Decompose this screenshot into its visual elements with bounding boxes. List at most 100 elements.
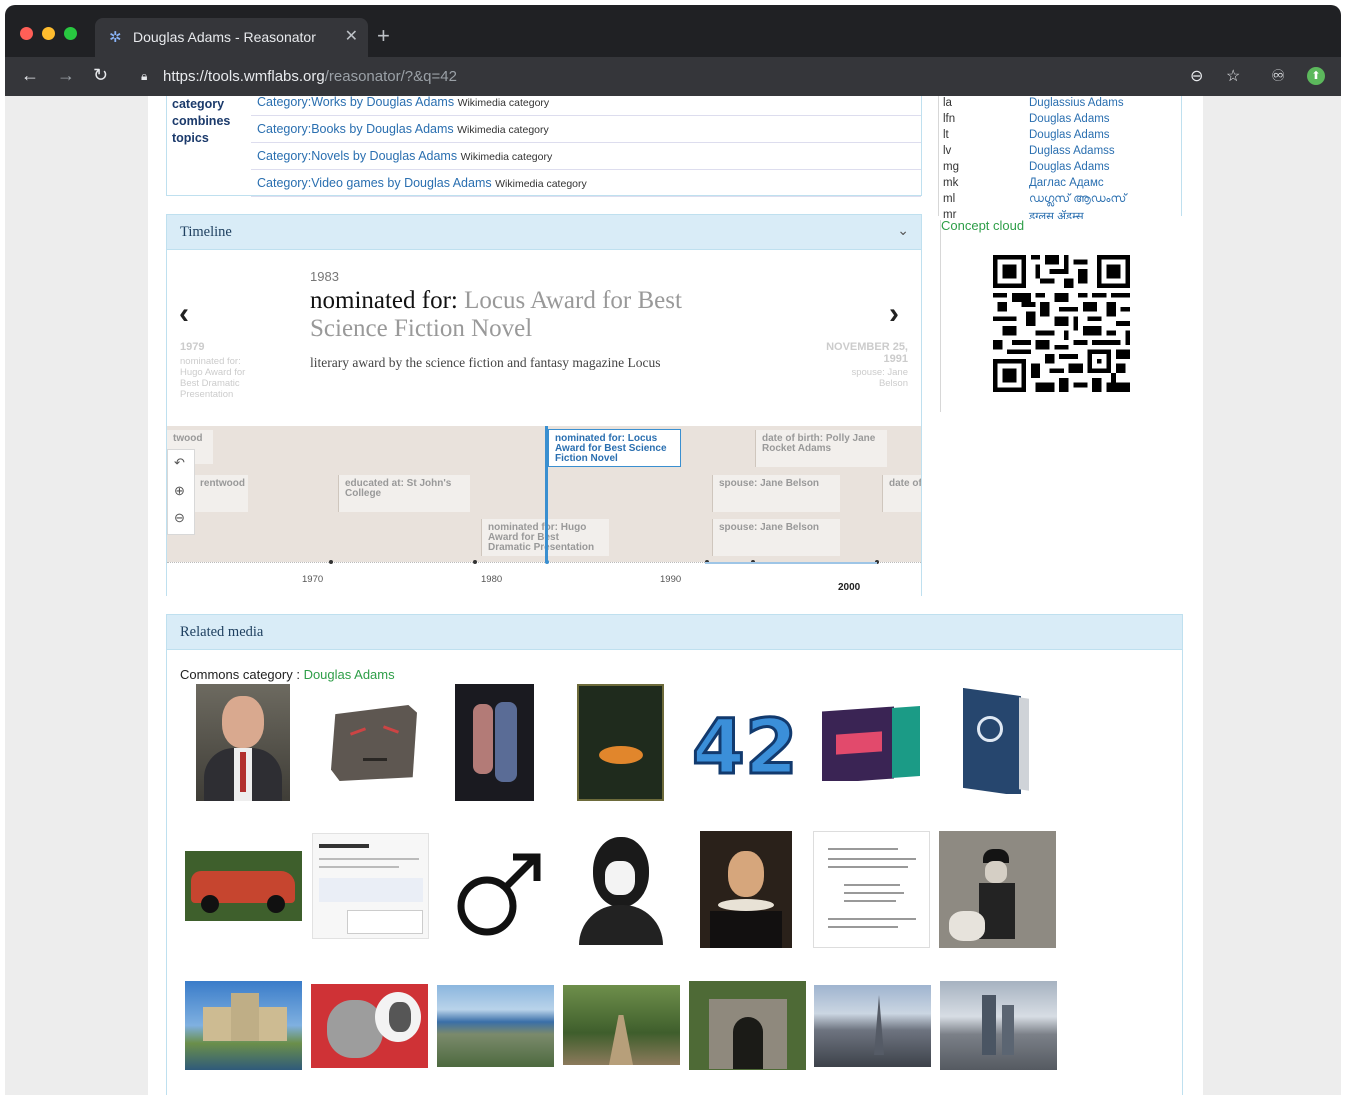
minimize-window-button[interactable] bbox=[42, 27, 55, 40]
category-link[interactable]: Category:Books by Douglas Adams bbox=[257, 122, 454, 136]
url-path: /reasonator/?&q=42 bbox=[324, 68, 457, 85]
forward-icon[interactable]: → bbox=[57, 65, 75, 86]
category-link[interactable]: Category:Video games by Douglas Adams bbox=[257, 176, 492, 190]
commons-link[interactable]: Douglas Adams bbox=[304, 667, 395, 682]
media-thumbnail-red-car[interactable] bbox=[185, 851, 302, 921]
media-thumbnail-male-symbol[interactable] bbox=[455, 851, 545, 939]
media-thumbnail-meaning-of-liff[interactable] bbox=[577, 684, 664, 801]
page-content: category combines topics Category:Works … bbox=[148, 96, 1203, 1095]
star-icon[interactable]: ☆ bbox=[1226, 66, 1240, 86]
language-label-link[interactable]: Duglass Adamss bbox=[1029, 145, 1115, 157]
browser-tab[interactable]: ✲ Douglas Adams - Reasonator ✕ bbox=[95, 18, 368, 57]
axis-event-dot bbox=[473, 560, 477, 564]
slide-headline-prefix: nominated for: bbox=[310, 287, 458, 314]
url-host: https://tools.wmflabs.org bbox=[163, 68, 325, 85]
media-thumbnail-kings-college[interactable] bbox=[185, 981, 302, 1070]
media-thumbnail-script-page[interactable] bbox=[813, 831, 930, 948]
media-thumbnail-shakespeare-portrait[interactable] bbox=[700, 831, 792, 948]
language-label-link[interactable]: Douglas Adams bbox=[1029, 129, 1110, 141]
category-link[interactable]: Category:Works by Douglas Adams bbox=[257, 96, 454, 109]
tab-title: Douglas Adams - Reasonator bbox=[133, 29, 316, 45]
next-slide-date: NOVEMBER 25, 1991 bbox=[826, 341, 908, 365]
language-label-link[interactable]: Douglas Adams bbox=[1029, 161, 1110, 173]
language-label-link[interactable]: डग्लस ॲडम्स bbox=[1029, 209, 1084, 219]
timeline-navigator[interactable]: twood rentwood educated at: St John's Co… bbox=[167, 426, 921, 562]
category-desc: Wikimedia category bbox=[495, 178, 587, 190]
previous-slide-date: 1979 bbox=[180, 341, 205, 353]
previous-slide-icon[interactable]: ‹ bbox=[179, 297, 189, 331]
timeline-panel: Timeline ⌄ ‹ 1979 nominated for: Hugo Aw… bbox=[166, 214, 922, 596]
close-tab-icon[interactable]: ✕ bbox=[345, 26, 358, 46]
media-thumbnail-man-with-dog[interactable] bbox=[939, 831, 1056, 948]
slide-headline: nominated for: Locus Award for Best Scie… bbox=[310, 287, 750, 343]
address-bar[interactable]: 🔒︎ https://tools.wmflabs.org/reasonator/… bbox=[127, 61, 1207, 92]
new-tab-icon[interactable]: + bbox=[377, 23, 390, 49]
category-desc: Wikimedia category bbox=[457, 97, 550, 109]
slide-year: 1983 bbox=[310, 269, 339, 284]
media-thumbnail-heart-diagram[interactable] bbox=[311, 984, 428, 1068]
media-thumbnail-cemetery-path[interactable] bbox=[563, 985, 680, 1065]
axis-tick-label: 1980 bbox=[481, 574, 503, 585]
axis-era-bar bbox=[705, 562, 877, 564]
timeline-flag[interactable]: rentwood bbox=[194, 475, 248, 512]
media-thumbnail-coastline[interactable] bbox=[437, 985, 554, 1067]
media-thumbnail-number-42[interactable]: 42 bbox=[689, 700, 806, 786]
language-row: lt Douglas Adams bbox=[943, 129, 1181, 145]
media-thumbnail-wikidata-screenshot[interactable] bbox=[312, 833, 429, 939]
timeline-flag[interactable]: date of bbox=[882, 475, 921, 512]
category-desc: Wikimedia category bbox=[457, 124, 549, 136]
axis-event-dot bbox=[545, 560, 549, 564]
language-label-link[interactable]: ഡഗ്ലസ് ആഡംസ് bbox=[1029, 193, 1126, 206]
language-label-link[interactable]: Douglas Adams bbox=[1029, 113, 1110, 125]
reasonator-favicon-icon: ✲ bbox=[109, 29, 122, 46]
tab-bar: ✲ Douglas Adams - Reasonator ✕ + bbox=[5, 5, 1341, 57]
media-thumbnail-guide-book[interactable] bbox=[961, 688, 1031, 794]
media-thumbnail-dont-panic-book[interactable] bbox=[822, 705, 922, 781]
timeline-header[interactable]: Timeline ⌄ bbox=[167, 215, 921, 250]
language-label-link[interactable]: Duglassius Adams bbox=[1029, 97, 1124, 109]
timeline-flag[interactable]: spouse: Jane Belson bbox=[712, 475, 840, 512]
language-row: lfn Douglas Adams bbox=[943, 113, 1181, 129]
media-thumbnail-bust-engraving[interactable] bbox=[569, 831, 672, 948]
language-label-link[interactable]: Даглас Адамс bbox=[1029, 177, 1104, 189]
related-media-header: Related media bbox=[167, 615, 1182, 650]
back-to-start-icon[interactable]: ↶ bbox=[174, 455, 185, 471]
language-code: mg bbox=[943, 161, 959, 173]
chevron-down-icon[interactable]: ⌄ bbox=[897, 223, 909, 240]
extension-icon[interactable]: ⬆ bbox=[1307, 67, 1325, 85]
timeline-zoom-controls: ↶ ⊕ ⊖ bbox=[167, 449, 195, 535]
close-window-button[interactable] bbox=[20, 27, 33, 40]
concept-cloud-link[interactable]: Concept cloud bbox=[941, 218, 1024, 233]
language-row: la Duglassius Adams bbox=[943, 97, 1181, 113]
zoom-in-icon[interactable]: ⊕ bbox=[174, 483, 185, 499]
zoom-out-icon[interactable]: ⊖ bbox=[174, 510, 185, 526]
maximize-window-button[interactable] bbox=[64, 27, 77, 40]
timeline-flag[interactable]: date of birth: Polly Jane Rocket Adams bbox=[755, 430, 887, 467]
browser-toolbar: ← → ↻ 🔒︎ https://tools.wmflabs.org/reaso… bbox=[5, 57, 1341, 96]
reload-icon[interactable]: ↻ bbox=[93, 65, 108, 86]
category-label: category combines topics bbox=[172, 97, 231, 145]
sidebar-divider bbox=[940, 220, 941, 412]
language-row: ml ഡഗ്ലസ് ആഡംസ് bbox=[943, 193, 1181, 209]
media-thumbnail-stone-face[interactable] bbox=[328, 700, 421, 785]
book-cover-art bbox=[601, 708, 641, 730]
next-slide-icon[interactable]: › bbox=[889, 297, 899, 331]
media-thumbnail-stage-performers[interactable] bbox=[455, 684, 534, 801]
media-thumbnail-london-city[interactable] bbox=[940, 981, 1057, 1070]
back-icon[interactable]: ← bbox=[21, 65, 39, 86]
zoom-icon[interactable]: ⊖ bbox=[1190, 66, 1203, 86]
next-slide-text: spouse: Jane Belson bbox=[851, 367, 908, 389]
commons-label: Commons category : bbox=[180, 667, 300, 682]
timeline-flag[interactable]: spouse: Jane Belson bbox=[712, 519, 840, 556]
language-labels-list: la Duglassius Adams lfn Douglas Adams lt Do… bbox=[938, 96, 1182, 219]
media-thumbnail-city-skyline[interactable] bbox=[814, 985, 931, 1067]
timeline-flag[interactable]: educated at: St John's College bbox=[338, 475, 470, 512]
incognito-icon[interactable]: ♾ bbox=[1271, 66, 1285, 86]
axis-tick-label: 1970 bbox=[302, 574, 324, 585]
qr-code bbox=[993, 255, 1130, 392]
media-thumbnail-catacomb-entrance[interactable] bbox=[689, 981, 806, 1070]
media-thumbnail-portrait-man[interactable] bbox=[196, 684, 290, 801]
timeline-flag-active[interactable]: nominated for: Locus Award for Best Scie… bbox=[548, 429, 681, 467]
previous-slide-text: nominated for: Hugo Award for Best Drama… bbox=[180, 356, 246, 400]
category-link[interactable]: Category:Novels by Douglas Adams bbox=[257, 149, 457, 163]
